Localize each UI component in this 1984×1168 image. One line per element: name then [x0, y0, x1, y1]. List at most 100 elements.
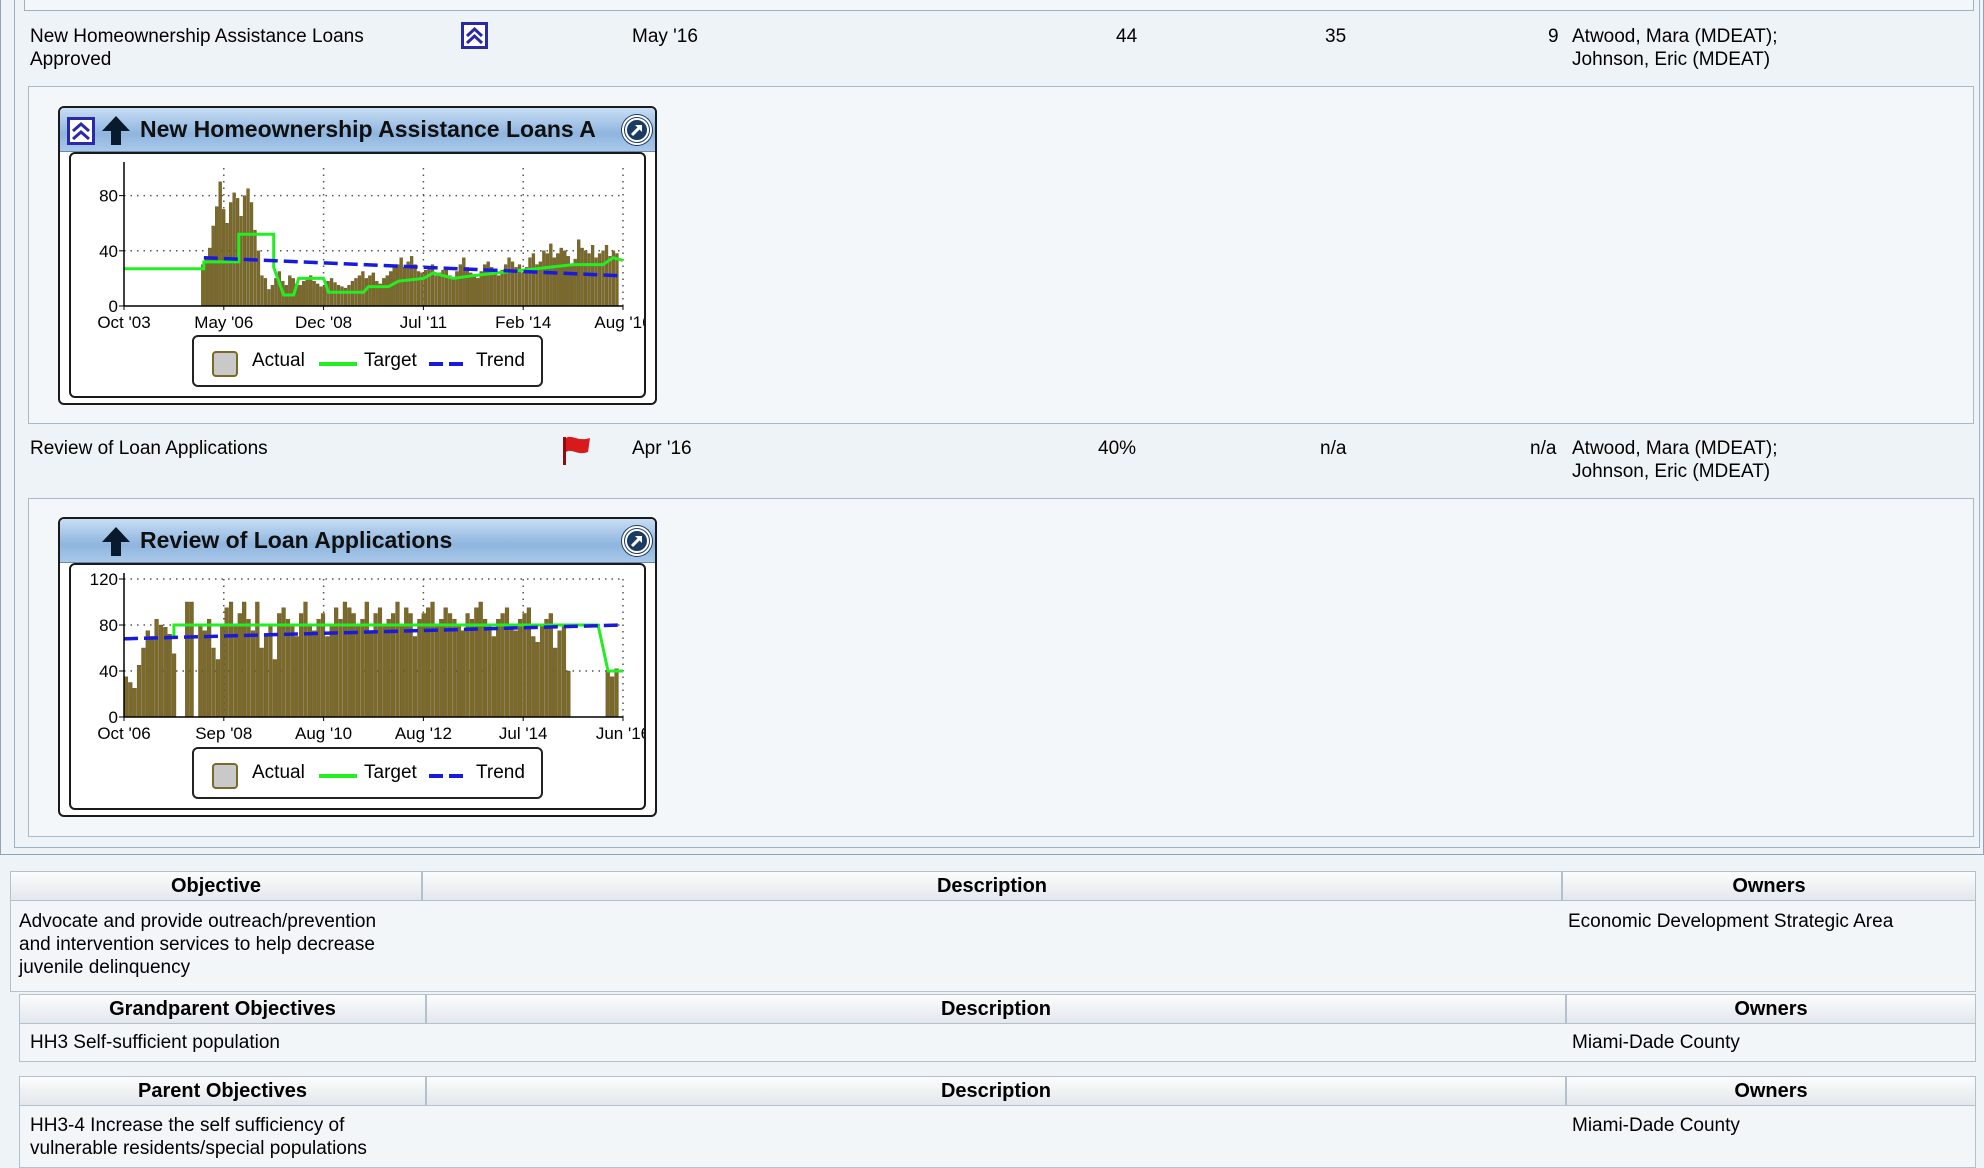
- bar: [382, 624, 387, 718]
- bar: [413, 264, 417, 307]
- bar: [507, 257, 511, 307]
- measure-actual: 44: [1116, 26, 1138, 47]
- y-tick-label: 40: [99, 242, 118, 261]
- measure-actual: 40%: [1098, 438, 1137, 459]
- y-tick-label: 80: [99, 187, 118, 206]
- bar: [408, 613, 413, 718]
- chart-area: 0 40 80 120 Oct '06 Sep '08 Aug '10 Aug '12 Jul …: [69, 563, 646, 810]
- bar: [312, 630, 317, 718]
- widget-title: Review of Loan Applications: [140, 527, 453, 553]
- bar: [545, 253, 549, 307]
- bar: [305, 278, 309, 307]
- bar: [364, 601, 369, 718]
- chart-legend: Actual Target Trend: [192, 335, 543, 387]
- bar: [605, 670, 610, 718]
- measure-owner-2: Johnson, Eric (MDEAT): [1572, 49, 1771, 70]
- bar: [333, 282, 337, 307]
- bar: [250, 630, 256, 718]
- chart-legend: Actual Target Trend: [192, 747, 543, 799]
- grandparent-owner: Miami-Dade County: [1572, 1032, 1740, 1053]
- open-link-icon[interactable]: [622, 526, 652, 556]
- x-tick-label: Aug '10: [295, 724, 352, 743]
- bar: [167, 633, 172, 718]
- x-tick-label: Dec '08: [295, 313, 352, 332]
- parent-objective-line[interactable]: HH3-4 Increase the self sufficiency of: [30, 1114, 344, 1137]
- bar: [465, 267, 469, 307]
- bar: [535, 642, 540, 718]
- bar: [351, 613, 356, 718]
- bar: [514, 267, 518, 307]
- bar: [154, 619, 159, 718]
- bar: [272, 659, 277, 718]
- y-tick-label: 120: [90, 570, 118, 589]
- bar: [211, 647, 216, 718]
- bar: [218, 181, 222, 307]
- bar: [552, 257, 556, 307]
- x-tick-label: May '06: [194, 313, 253, 332]
- bar: [563, 250, 567, 307]
- bar: [566, 670, 571, 718]
- bar: [302, 280, 306, 307]
- bar: [342, 601, 348, 718]
- bar: [434, 275, 438, 307]
- bar: [259, 647, 264, 718]
- bar: [255, 601, 260, 718]
- bar: [298, 285, 302, 307]
- bar: [531, 636, 536, 718]
- bar: [242, 195, 247, 307]
- bar: [417, 619, 422, 718]
- legend-actual-label: Actual: [252, 350, 305, 371]
- bar: [513, 630, 518, 718]
- x-tick-label: Jun '16: [596, 724, 644, 743]
- bar: [375, 280, 379, 307]
- bar: [132, 688, 137, 718]
- bar: [263, 636, 269, 718]
- measure-name[interactable]: New Homeownership Assistance Loans Appro…: [30, 25, 410, 71]
- bar: [338, 619, 343, 718]
- bar: [211, 225, 215, 307]
- bar: [163, 627, 168, 718]
- bar: [608, 256, 612, 307]
- grandparent-objective[interactable]: HH3 Self-sufficient population: [30, 1031, 280, 1054]
- bar: [469, 619, 475, 718]
- bar: [150, 636, 155, 718]
- measure-name[interactable]: Review of Loan Applications: [30, 437, 268, 460]
- bar: [128, 682, 133, 718]
- legend-target-line: [319, 362, 357, 366]
- bar: [201, 264, 205, 307]
- bar: [268, 624, 273, 718]
- parent-owner: Miami-Dade County: [1572, 1115, 1740, 1136]
- x-tick-label: Jul '11: [400, 313, 447, 332]
- up-chevron-icon: [461, 22, 488, 49]
- bar: [215, 659, 220, 718]
- bar: [389, 271, 393, 307]
- bar: [479, 271, 483, 307]
- bar: [556, 253, 560, 307]
- owners-header: Owners: [1566, 994, 1976, 1024]
- bar: [434, 624, 439, 718]
- measure-period: May '16: [632, 26, 698, 47]
- x-tick-label: Aug '12: [395, 724, 452, 743]
- bar: [496, 275, 501, 307]
- bar: [458, 264, 462, 307]
- bar: [322, 285, 327, 307]
- open-link-icon[interactable]: [622, 115, 652, 145]
- bar: [171, 653, 177, 718]
- bar: [303, 601, 308, 718]
- bar: [260, 275, 264, 307]
- bar: [615, 253, 619, 307]
- bar: [246, 188, 250, 307]
- bar: [396, 264, 400, 307]
- bar: [382, 278, 386, 307]
- bar: [493, 272, 497, 307]
- parent-objective-line[interactable]: vulnerable residents/special populations: [30, 1137, 367, 1160]
- bar: [549, 243, 553, 307]
- objective-header: Objective: [10, 871, 422, 901]
- bar: [444, 267, 449, 307]
- bar: [392, 267, 396, 307]
- bar: [145, 630, 150, 718]
- bar: [336, 285, 341, 307]
- bar: [270, 285, 275, 307]
- bar: [202, 630, 207, 718]
- legend-trend-line: [429, 774, 469, 778]
